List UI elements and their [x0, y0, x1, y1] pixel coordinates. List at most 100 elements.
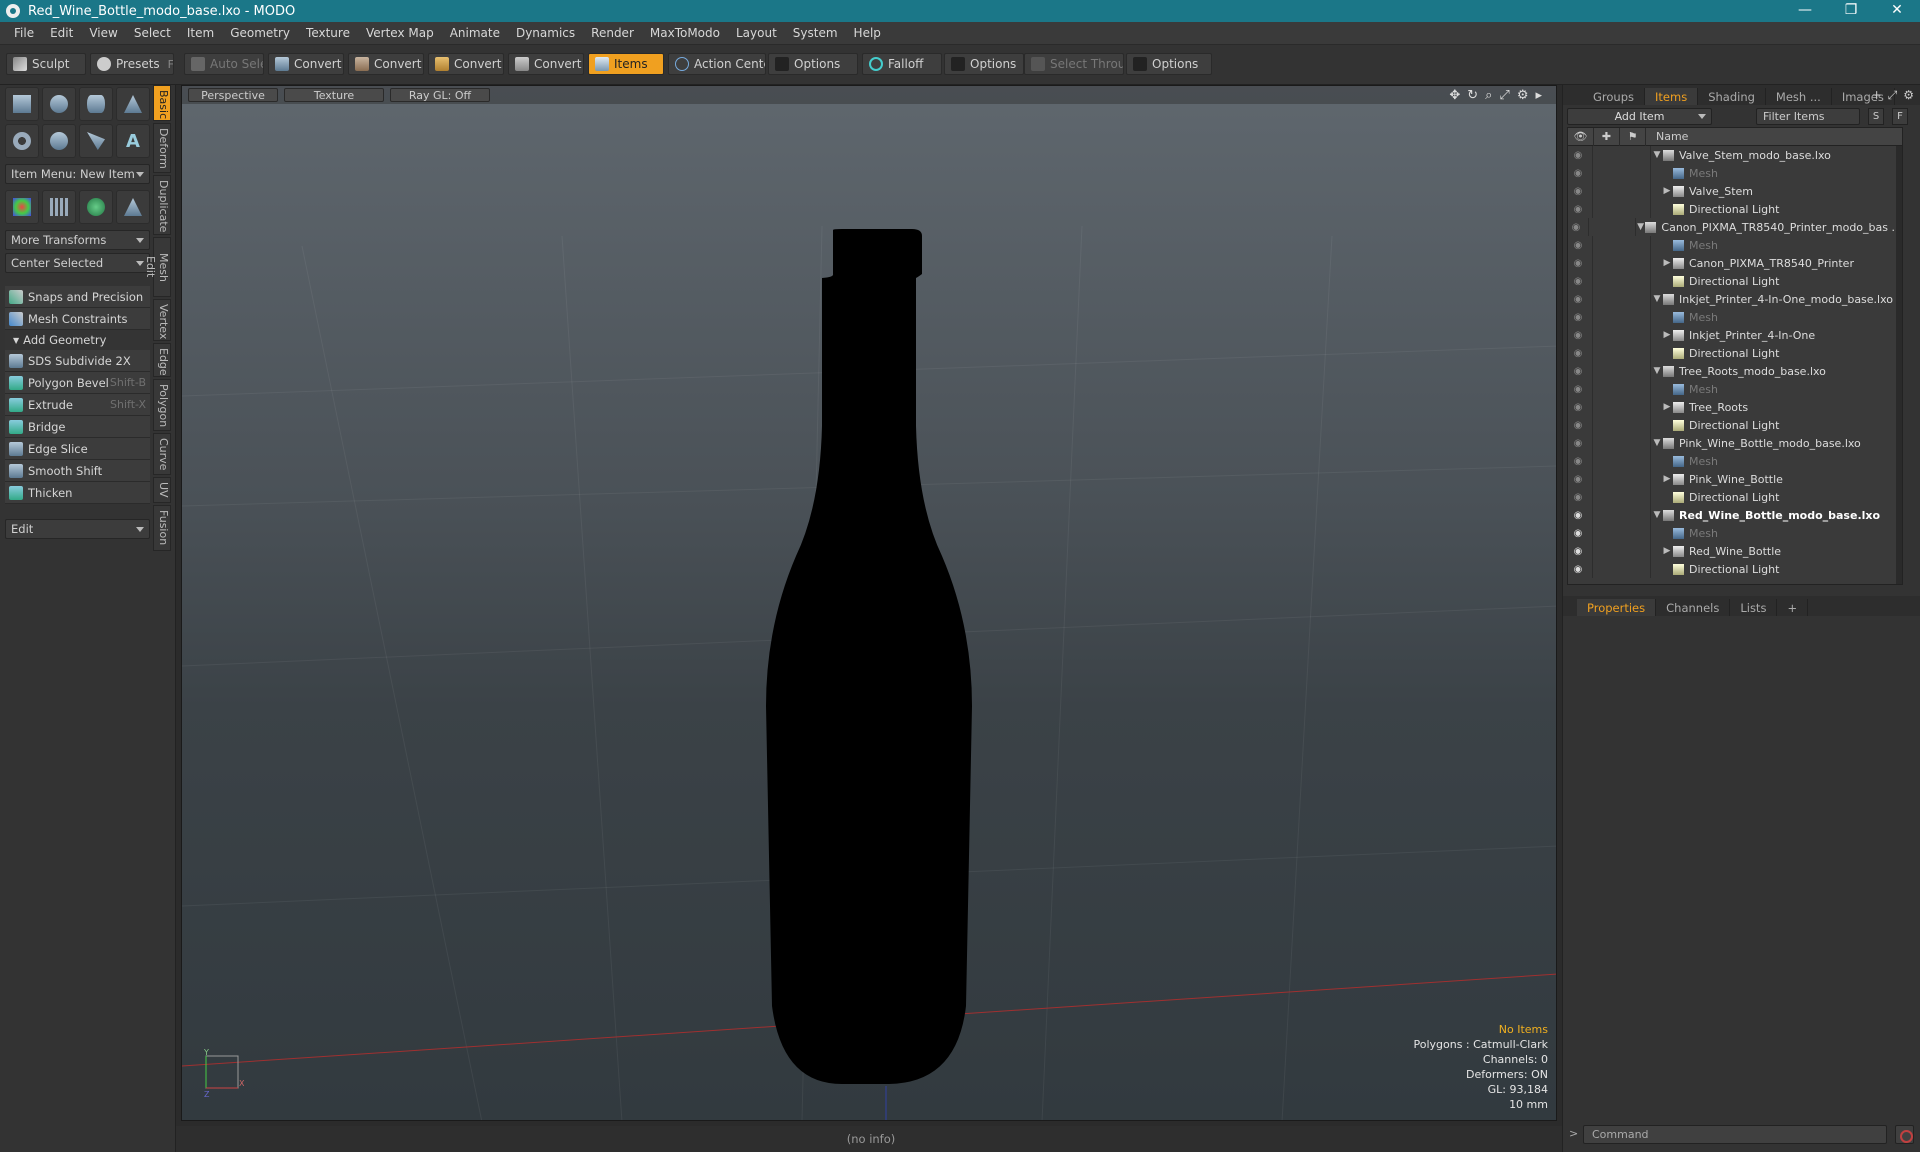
expand-arrow-icon[interactable]: ▼: [1636, 222, 1646, 232]
visibility-eye-icon[interactable]: ◉: [1568, 294, 1588, 305]
tree-row[interactable]: ◉ ▼ Valve_Stem_modo_base.lxo: [1568, 146, 1902, 164]
visibility-column-icon[interactable]: 👁: [1568, 128, 1594, 146]
tree-row[interactable]: ◉ ▶ Inkjet_Printer_4-In-One: [1568, 326, 1902, 344]
menu-system[interactable]: System: [785, 26, 846, 40]
add-tab-icon[interactable]: +: [1777, 599, 1809, 616]
globe-button[interactable]: [79, 190, 113, 224]
text-button[interactable]: A: [116, 124, 150, 158]
tree-row[interactable]: ◉ ▼ Canon_PIXMA_TR8540_Printer_modo_bas ..…: [1568, 218, 1902, 236]
snaps-button[interactable]: Snaps and Precision: [5, 286, 150, 308]
convert-button-3[interactable]: Convert: [428, 53, 504, 75]
move-view-icon[interactable]: ✥: [1449, 88, 1460, 103]
visibility-eye-icon[interactable]: ◉: [1568, 258, 1588, 269]
raygl-tab[interactable]: Ray GL: Off: [390, 88, 490, 102]
tree-row[interactable]: ◉ ▶ Valve_Stem: [1568, 182, 1902, 200]
command-input[interactable]: Command: [1583, 1125, 1887, 1144]
visibility-eye-icon[interactable]: ◉: [1568, 438, 1588, 449]
lock-column-icon[interactable]: ✚: [1594, 128, 1620, 146]
expand-arrow-icon[interactable]: ▶: [1661, 258, 1673, 268]
select-through-button[interactable]: Select Through: [1024, 53, 1124, 75]
fit-view-icon[interactable]: ⤢: [1499, 88, 1509, 103]
minimize-button[interactable]: —: [1782, 0, 1828, 22]
visibility-eye-icon[interactable]: ◉: [1568, 420, 1588, 431]
tree-row[interactable]: ◉ Directional Light: [1568, 272, 1902, 290]
sphere-button[interactable]: [42, 87, 76, 121]
add-geometry-header[interactable]: ▼ Add Geometry: [5, 330, 150, 350]
tree-row[interactable]: ◉ ▶ Red_Wine_Bottle: [1568, 542, 1902, 560]
menu-edit[interactable]: Edit: [42, 26, 81, 40]
transform-button[interactable]: [5, 190, 39, 224]
items-mode-button[interactable]: Items: [588, 53, 664, 75]
visibility-eye-icon[interactable]: ◉: [1568, 492, 1588, 503]
tree-scrollbar[interactable]: [1896, 146, 1902, 584]
action-center-button[interactable]: Action Center: [668, 53, 766, 75]
vtab-edge[interactable]: Edge: [153, 343, 171, 377]
tree-row[interactable]: ◉ Mesh: [1568, 236, 1902, 254]
tree-row[interactable]: ◉ Directional Light: [1568, 344, 1902, 362]
tree-row[interactable]: ◉ ▶ Tree_Roots: [1568, 398, 1902, 416]
tree-row[interactable]: ◉ ▼ Inkjet_Printer_4-In-One_modo_base.lxo: [1568, 290, 1902, 308]
tab-channels[interactable]: Channels: [1656, 599, 1731, 616]
tree-row[interactable]: ◉ ▼ Tree_Roots_modo_base.lxo: [1568, 362, 1902, 380]
filter-items-input[interactable]: Filter Items: [1756, 107, 1860, 125]
convert-button-1[interactable]: Convert: [268, 53, 344, 75]
menu-texture[interactable]: Texture: [298, 26, 358, 40]
wine-bottle-silhouette[interactable]: [766, 229, 972, 1084]
menu-dynamics[interactable]: Dynamics: [508, 26, 583, 40]
maximize-button[interactable]: ❐: [1828, 0, 1874, 22]
visibility-eye-icon[interactable]: ◉: [1568, 312, 1588, 323]
add-item-dropdown[interactable]: Add Item: [1567, 107, 1712, 125]
menu-geometry[interactable]: Geometry: [222, 26, 298, 40]
edge-slice-button[interactable]: Edge Slice: [5, 438, 150, 460]
name-column-header[interactable]: Name: [1646, 130, 1688, 143]
visibility-eye-icon[interactable]: ◉: [1568, 510, 1588, 521]
tab-mesh[interactable]: Mesh ...: [1766, 88, 1832, 105]
tree-row[interactable]: ◉ Directional Light: [1568, 416, 1902, 434]
sculpt-button[interactable]: Sculpt: [6, 53, 86, 75]
vtab-fusion[interactable]: Fusion: [153, 505, 171, 551]
visibility-eye-icon[interactable]: ◉: [1568, 456, 1588, 467]
visibility-eye-icon[interactable]: ◉: [1568, 474, 1588, 485]
center-selected-dropdown[interactable]: Center Selected: [5, 253, 150, 273]
menu-view[interactable]: View: [81, 26, 125, 40]
expand-arrow-icon[interactable]: ▼: [1651, 150, 1663, 160]
vtab-basic[interactable]: Basic: [153, 85, 171, 121]
tree-row[interactable]: ◉ Mesh: [1568, 452, 1902, 470]
tree-row[interactable]: ◉ ▶ Pink_Wine_Bottle: [1568, 470, 1902, 488]
extrude-button[interactable]: Extrude Shift-X: [5, 394, 150, 416]
expand-arrow-icon[interactable]: ▸: [1535, 88, 1542, 103]
tree-row[interactable]: ◉ ▼ Pink_Wine_Bottle_modo_base.lxo: [1568, 434, 1902, 452]
expand-arrow-icon[interactable]: ▼: [1651, 294, 1663, 304]
options-button-3[interactable]: Options: [1126, 53, 1212, 75]
cylinder-button[interactable]: [79, 87, 113, 121]
menu-vertex-map[interactable]: Vertex Map: [358, 26, 442, 40]
vtab-curve[interactable]: Curve: [153, 433, 171, 475]
options-button-1[interactable]: Options: [768, 53, 858, 75]
visibility-eye-icon[interactable]: ◉: [1568, 150, 1588, 161]
visibility-eye-icon[interactable]: ◉: [1568, 186, 1588, 197]
tree-row[interactable]: ◉ Mesh: [1568, 524, 1902, 542]
vtab-deform[interactable]: Deform: [153, 123, 171, 173]
perspective-tab[interactable]: Perspective: [188, 88, 278, 102]
vtab-mesh-edit[interactable]: Mesh Edit: [144, 237, 171, 297]
visibility-eye-icon[interactable]: ◉: [1568, 528, 1588, 539]
visibility-eye-icon[interactable]: ◉: [1568, 204, 1588, 215]
auto-select-button[interactable]: Auto Select: [184, 53, 264, 75]
menu-maxtomodo[interactable]: MaxToModo: [642, 26, 728, 40]
rotate-view-icon[interactable]: ↻: [1467, 88, 1478, 103]
3d-viewport[interactable]: Perspective Texture Ray GL: Off ✥ ↻ ⌕ ⤢ …: [181, 85, 1557, 1121]
menu-item[interactable]: Item: [179, 26, 222, 40]
edit-dropdown[interactable]: Edit: [5, 519, 150, 539]
gear-icon[interactable]: ⚙: [1517, 88, 1529, 103]
command-history-button[interactable]: [1895, 1125, 1914, 1144]
visibility-eye-icon[interactable]: ◉: [1568, 564, 1588, 575]
close-button[interactable]: ✕: [1874, 0, 1920, 22]
cube-button[interactable]: [5, 87, 39, 121]
convert-button-2[interactable]: Convert: [348, 53, 424, 75]
visibility-eye-icon[interactable]: ◉: [1568, 240, 1588, 251]
expand-panel-icon[interactable]: ⤢: [1888, 88, 1898, 103]
item-menu-dropdown[interactable]: Item Menu: New Item: [5, 164, 150, 184]
tab-properties[interactable]: Properties: [1577, 599, 1657, 616]
menu-render[interactable]: Render: [583, 26, 642, 40]
tab-lists[interactable]: Lists: [1730, 599, 1778, 616]
